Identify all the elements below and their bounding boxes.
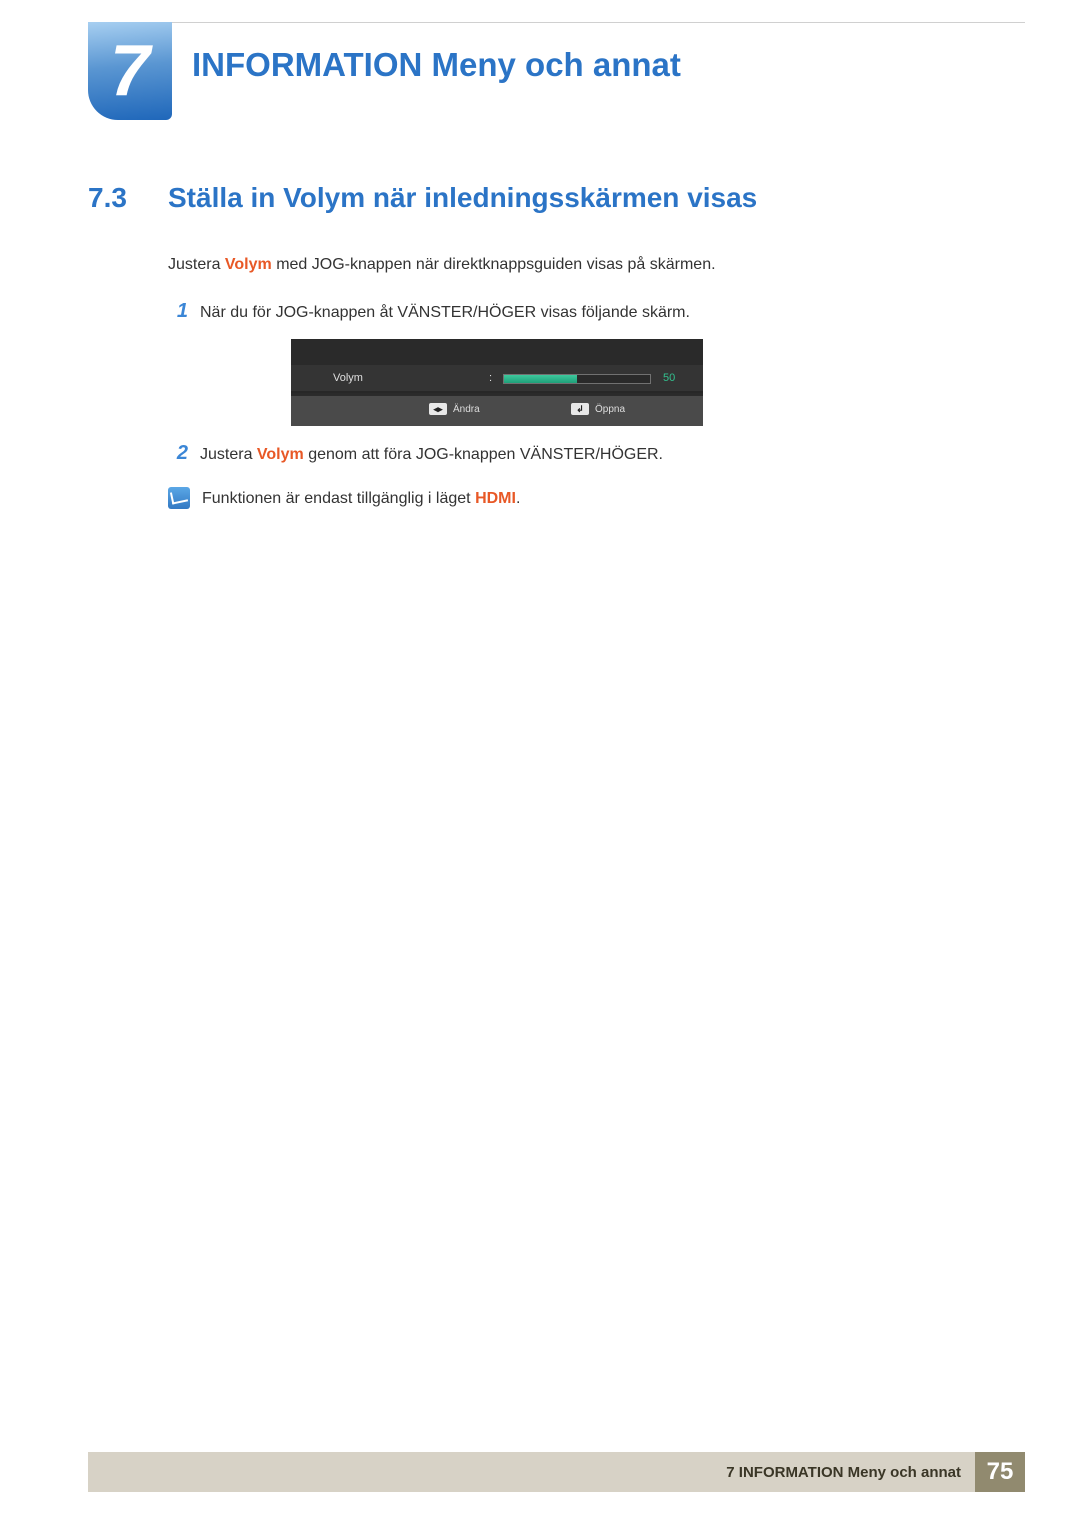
step-text: När du för JOG-knappen åt VÄNSTER/HÖGER … <box>200 301 690 325</box>
osd-foot-open: ↲ Öppna <box>571 403 625 415</box>
osd-screenshot: Volym : 50 ◂▸ Ändra ↲ Öppna <box>291 339 703 426</box>
step-number: 2 <box>168 442 188 465</box>
chapter-tab: 7 <box>88 22 172 120</box>
osd-value: 50 <box>663 372 675 384</box>
left-right-key-icon: ◂▸ <box>429 403 447 415</box>
intro-text: Justera Volym med JOG-knappen när direkt… <box>168 256 1025 274</box>
step-text: Justera Volym genom att föra JOG-knappen… <box>200 443 663 467</box>
osd-progress-fill <box>504 375 577 383</box>
note-row: Funktionen är endast tillgänglig i läget… <box>168 487 1025 511</box>
chapter-title: INFORMATION Meny och annat <box>192 46 681 84</box>
osd-colon: : <box>489 372 492 384</box>
osd-footer: ◂▸ Ändra ↲ Öppna <box>291 395 703 426</box>
step-2: 2 Justera Volym genom att föra JOG-knapp… <box>168 442 1025 467</box>
footer-page-number: 75 <box>975 1452 1025 1492</box>
osd-main: Volym : 50 <box>291 339 703 395</box>
chapter-number: 7 <box>110 30 150 112</box>
footer-text: 7 INFORMATION Meny och annat <box>88 1452 975 1492</box>
osd-foot-open-label: Öppna <box>595 404 625 415</box>
note-text: Funktionen är endast tillgänglig i läget… <box>202 487 520 511</box>
osd-foot-change-label: Ändra <box>453 404 480 415</box>
note-icon <box>168 487 190 509</box>
section-heading: 7.3Ställa in Volym när inledningsskärmen… <box>88 182 1025 214</box>
osd-label: Volym <box>333 372 363 384</box>
section-content: 7.3Ställa in Volym när inledningsskärmen… <box>88 182 1025 511</box>
section-number: 7.3 <box>88 182 168 214</box>
footer-bar: 7 INFORMATION Meny och annat 75 <box>88 1452 1025 1492</box>
osd-progress-bg <box>503 374 651 384</box>
enter-key-icon: ↲ <box>571 403 589 415</box>
header-separator <box>88 22 1025 23</box>
step-1: 1 När du för JOG-knappen åt VÄNSTER/HÖGE… <box>168 300 1025 325</box>
intro-bold: Volym <box>225 256 272 273</box>
note-bold: HDMI <box>475 490 516 507</box>
step-bold: Volym <box>257 446 304 463</box>
step-number: 1 <box>168 300 188 323</box>
section-title: Ställa in Volym när inledningsskärmen vi… <box>168 182 757 213</box>
osd-foot-change: ◂▸ Ändra <box>429 403 480 415</box>
